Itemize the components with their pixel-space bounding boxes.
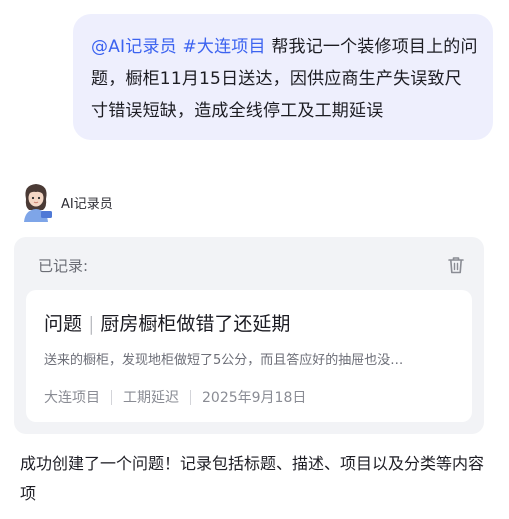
assistant-name: AI记录员 — [61, 196, 113, 212]
meta-divider — [111, 389, 112, 405]
record-header-label: 已记录: — [38, 257, 89, 275]
user-message-bubble: @AI记录员 #大连项目 帮我记一个装修项目上的问题，橱柜11月15日送达，因供… — [73, 14, 493, 140]
issue-project-tag: 大连项目 — [44, 390, 100, 406]
assistant-reply: 成功创建了一个问题！记录包括标题、描述、项目以及分类等内容项 — [20, 454, 485, 503]
issue-date: 2025年9月18日 — [202, 390, 307, 406]
issue-meta: 大连项目 工期延迟 2025年9月18日 — [44, 387, 306, 407]
issue-title: 厨房橱柜做错了还延期 — [100, 313, 291, 335]
issue-card[interactable]: 问题 | 厨房橱柜做错了还延期 送来的橱柜，发现地柜做短了5公分，而且答应好的抽屉也… — [26, 290, 472, 422]
trash-icon[interactable] — [446, 255, 466, 275]
assistant-avatar-icon — [24, 184, 52, 222]
meta-divider — [190, 389, 191, 405]
record-card: 已记录: 问题 | 厨房橱柜做错了还延期 送来的橱柜，发现地柜做短了5公分，而且答应… — [14, 237, 484, 434]
assistant-avatar — [19, 182, 53, 222]
mention-project[interactable]: #大连项目 — [182, 37, 265, 57]
assistant-header: AI记录员 — [19, 182, 113, 222]
issue-title-row: 问题 | 厨房橱柜做错了还延期 — [44, 309, 290, 336]
mention-recorder[interactable]: @AI记录员 — [91, 37, 177, 57]
issue-type-label: 问题 — [44, 313, 83, 335]
issue-description: 送来的橱柜，发现地柜做短了5公分，而且答应好的抽屉也没… — [44, 353, 404, 368]
issue-category-tag: 工期延迟 — [123, 390, 179, 406]
title-separator: | — [88, 313, 95, 335]
